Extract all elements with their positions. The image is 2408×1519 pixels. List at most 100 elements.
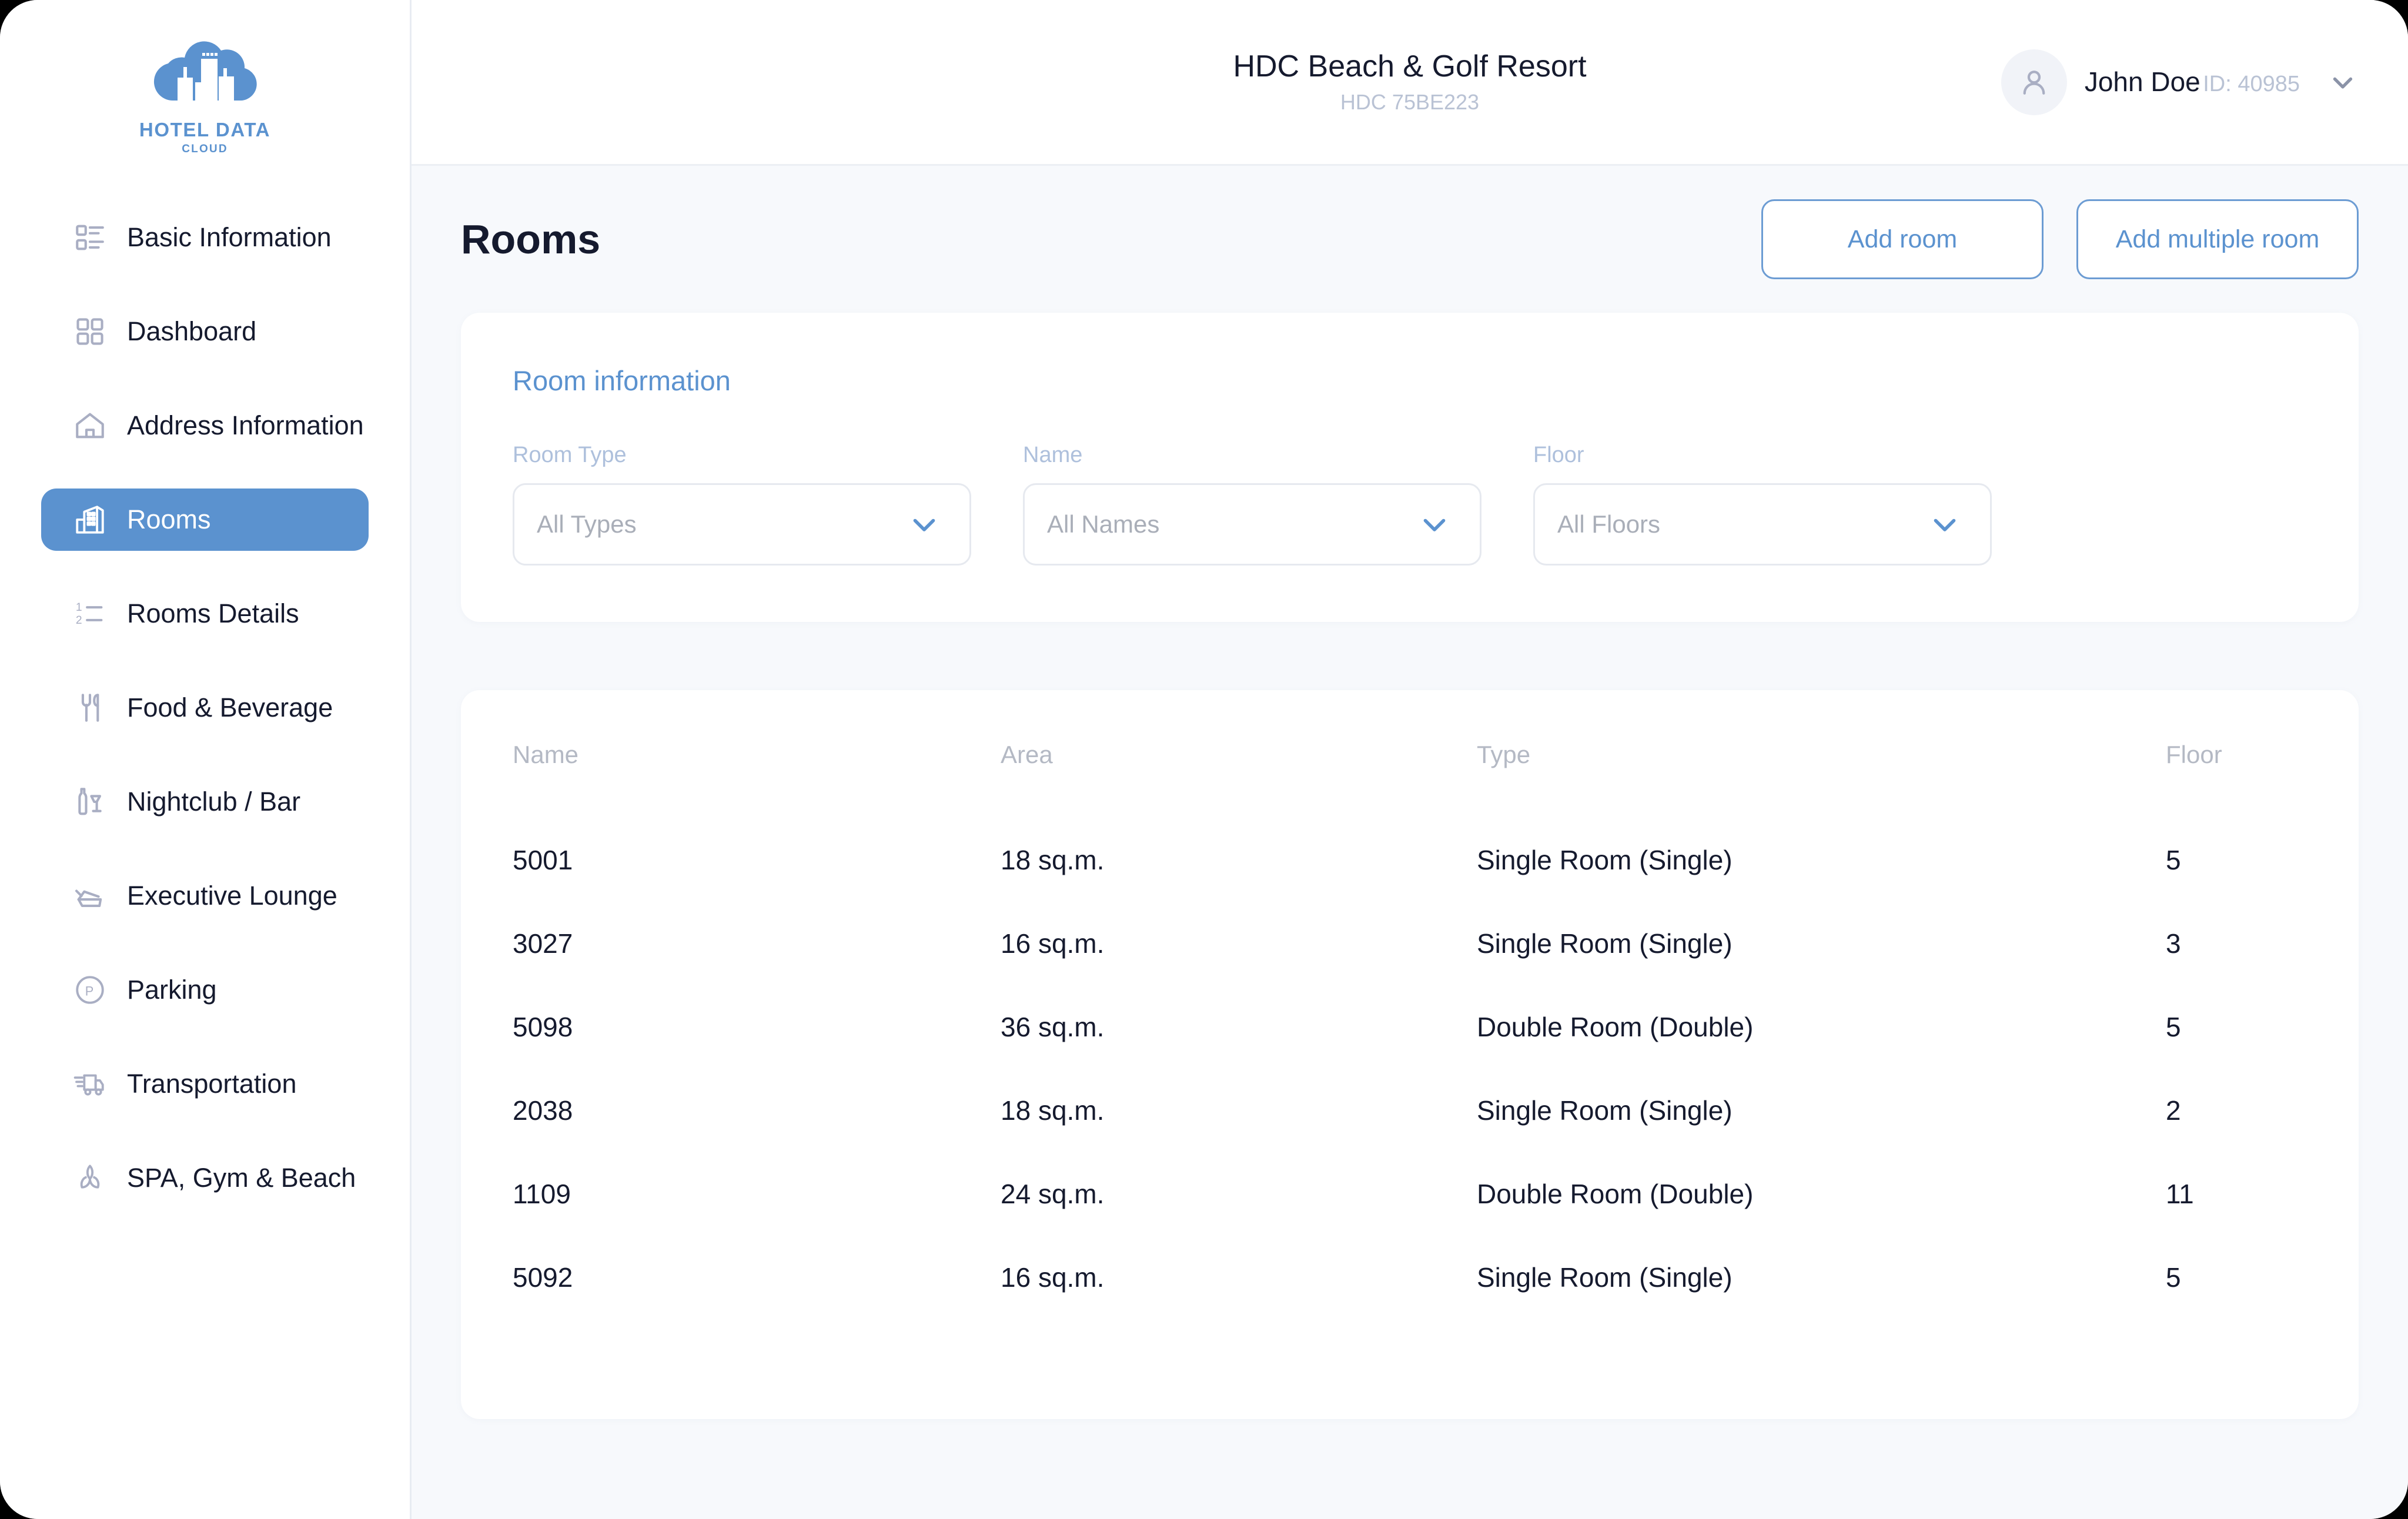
sidebar-item-label: Dashboard	[127, 316, 256, 347]
sidebar-item-dashboard[interactable]: Dashboard	[41, 300, 369, 363]
floor-select[interactable]: All Floors	[1533, 483, 1992, 566]
cell-type: Single Room (Single)	[1477, 1095, 2166, 1178]
chevron-down-icon[interactable]	[2327, 66, 2359, 98]
rooms-table: Name Area Type Floor 5001 18 sq.m. Singl…	[513, 741, 2307, 1345]
room-information-heading: Room information	[513, 364, 2307, 397]
logo-wordmark: HOTEL DATA	[139, 119, 270, 141]
svg-text:1: 1	[76, 601, 82, 614]
cell-area: 16 sq.m.	[1001, 928, 1477, 1011]
numbered-list-icon: 1 2	[72, 595, 108, 632]
rooms-table-card: Name Area Type Floor 5001 18 sq.m. Singl…	[461, 690, 2359, 1419]
user-menu[interactable]: John Doe ID: 40985	[2001, 49, 2359, 115]
cutlery-icon	[72, 690, 108, 726]
sidebar-item-rooms[interactable]: Rooms	[41, 489, 369, 551]
cell-type: Single Room (Single)	[1477, 1262, 2166, 1345]
sidebar-item-transportation[interactable]: Transportation	[41, 1053, 369, 1115]
select-value: All Types	[537, 510, 906, 538]
home-icon	[72, 407, 108, 444]
column-header-name[interactable]: Name	[513, 741, 1001, 844]
svg-text:P: P	[85, 984, 94, 999]
room-type-select[interactable]: All Types	[513, 483, 971, 566]
sidebar-item-label: Nightclub / Bar	[127, 787, 300, 817]
column-header-floor[interactable]: Floor	[2166, 741, 2307, 844]
topbar: HDC Beach & Golf Resort HDC 75BE223 John…	[412, 0, 2408, 166]
sidebar-item-spa-gym-beach[interactable]: SPA, Gym & Beach	[41, 1147, 369, 1209]
cell-area: 18 sq.m.	[1001, 844, 1477, 928]
content-area: Rooms Add room Add multiple room Room in…	[412, 166, 2408, 1519]
table-row[interactable]: 5001 18 sq.m. Single Room (Single) 5	[513, 844, 2307, 928]
sidebar-item-label: Rooms Details	[127, 598, 299, 629]
hotel-data-cloud-logo-icon	[150, 34, 260, 118]
filter-name: Name All Names	[1023, 443, 1481, 566]
cell-name: 5098	[513, 1011, 1001, 1095]
sidebar-item-label: Address Information	[127, 410, 364, 441]
filter-label: Room Type	[513, 443, 971, 468]
logo-subtitle: CLOUD	[182, 143, 228, 156]
sidebar-item-nightclub-bar[interactable]: Nightclub / Bar	[41, 771, 369, 833]
sidebar-item-parking[interactable]: P Parking	[41, 959, 369, 1021]
sidebar-item-rooms-details[interactable]: 1 2 Rooms Details	[41, 583, 369, 645]
room-information-card: Room information Room Type All Types	[461, 313, 2359, 622]
cell-type: Double Room (Double)	[1477, 1178, 2166, 1262]
filter-label: Floor	[1533, 443, 1992, 468]
cell-name: 1109	[513, 1178, 1001, 1262]
cell-floor: 3	[2166, 928, 2307, 1011]
table-head: Name Area Type Floor	[513, 741, 2307, 844]
building-icon	[72, 501, 108, 538]
main-area: HDC Beach & Golf Resort HDC 75BE223 John…	[412, 0, 2408, 1519]
sidebar-item-label: Transportation	[127, 1069, 296, 1099]
truck-icon	[72, 1066, 108, 1102]
lounge-chair-icon	[72, 878, 108, 914]
table-header-row: Name Area Type Floor	[513, 741, 2307, 844]
column-header-type[interactable]: Type	[1477, 741, 2166, 844]
table-row[interactable]: 5098 36 sq.m. Double Room (Double) 5	[513, 1011, 2307, 1095]
add-multiple-room-button[interactable]: Add multiple room	[2076, 199, 2359, 279]
column-header-area[interactable]: Area	[1001, 741, 1477, 844]
cell-area: 16 sq.m.	[1001, 1262, 1477, 1345]
table-row[interactable]: 1109 24 sq.m. Double Room (Double) 11	[513, 1178, 2307, 1262]
chevron-down-icon	[1416, 506, 1453, 543]
cell-area: 18 sq.m.	[1001, 1095, 1477, 1178]
cell-name: 5092	[513, 1262, 1001, 1345]
table-row[interactable]: 2038 18 sq.m. Single Room (Single) 2	[513, 1095, 2307, 1178]
sidebar-item-executive-lounge[interactable]: Executive Lounge	[41, 865, 369, 927]
sidebar-item-basic-information[interactable]: Basic Information	[41, 206, 369, 269]
table-row[interactable]: 3027 16 sq.m. Single Room (Single) 3	[513, 928, 2307, 1011]
page-title: Rooms	[461, 216, 600, 263]
sidebar-item-label: Food & Beverage	[127, 692, 333, 723]
lotus-icon	[72, 1160, 108, 1196]
sidebar-item-food-beverage[interactable]: Food & Beverage	[41, 677, 369, 739]
cell-floor: 11	[2166, 1178, 2307, 1262]
user-id: ID: 40985	[2203, 72, 2300, 96]
cell-name: 3027	[513, 928, 1001, 1011]
list-box-icon	[72, 219, 108, 256]
cell-floor: 2	[2166, 1095, 2307, 1178]
cell-name: 5001	[513, 844, 1001, 928]
filter-row: Room Type All Types Name	[513, 443, 2307, 566]
sidebar-item-label: Basic Information	[127, 222, 332, 253]
filter-floor: Floor All Floors	[1533, 443, 1992, 566]
name-select[interactable]: All Names	[1023, 483, 1481, 566]
sidebar-item-label: Rooms	[127, 504, 211, 535]
avatar	[2001, 49, 2067, 115]
user-info: John Doe ID: 40985	[2085, 66, 2300, 98]
bottle-glass-icon	[72, 784, 108, 820]
cell-type: Double Room (Double)	[1477, 1011, 2166, 1095]
cell-floor: 5	[2166, 1262, 2307, 1345]
grid-icon	[72, 313, 108, 350]
sidebar: HOTEL DATA CLOUD Basic Information	[0, 0, 412, 1519]
select-value: All Floors	[1557, 510, 1927, 538]
sidebar-item-address-information[interactable]: Address Information	[41, 394, 369, 457]
sidebar-nav: Basic Information Dashboard Address	[0, 206, 410, 1209]
cell-name: 2038	[513, 1095, 1001, 1178]
table-body: 5001 18 sq.m. Single Room (Single) 5 302…	[513, 844, 2307, 1345]
user-name: John Doe	[2085, 66, 2200, 97]
chevron-down-icon	[1927, 506, 1963, 543]
add-room-button[interactable]: Add room	[1761, 199, 2044, 279]
parking-circle-icon: P	[72, 972, 108, 1008]
page-header: Rooms Add room Add multiple room	[461, 166, 2359, 313]
sidebar-item-label: Executive Lounge	[127, 881, 337, 911]
table-row[interactable]: 5092 16 sq.m. Single Room (Single) 5	[513, 1262, 2307, 1345]
app-logo: HOTEL DATA CLOUD	[0, 34, 410, 206]
cell-floor: 5	[2166, 1011, 2307, 1095]
